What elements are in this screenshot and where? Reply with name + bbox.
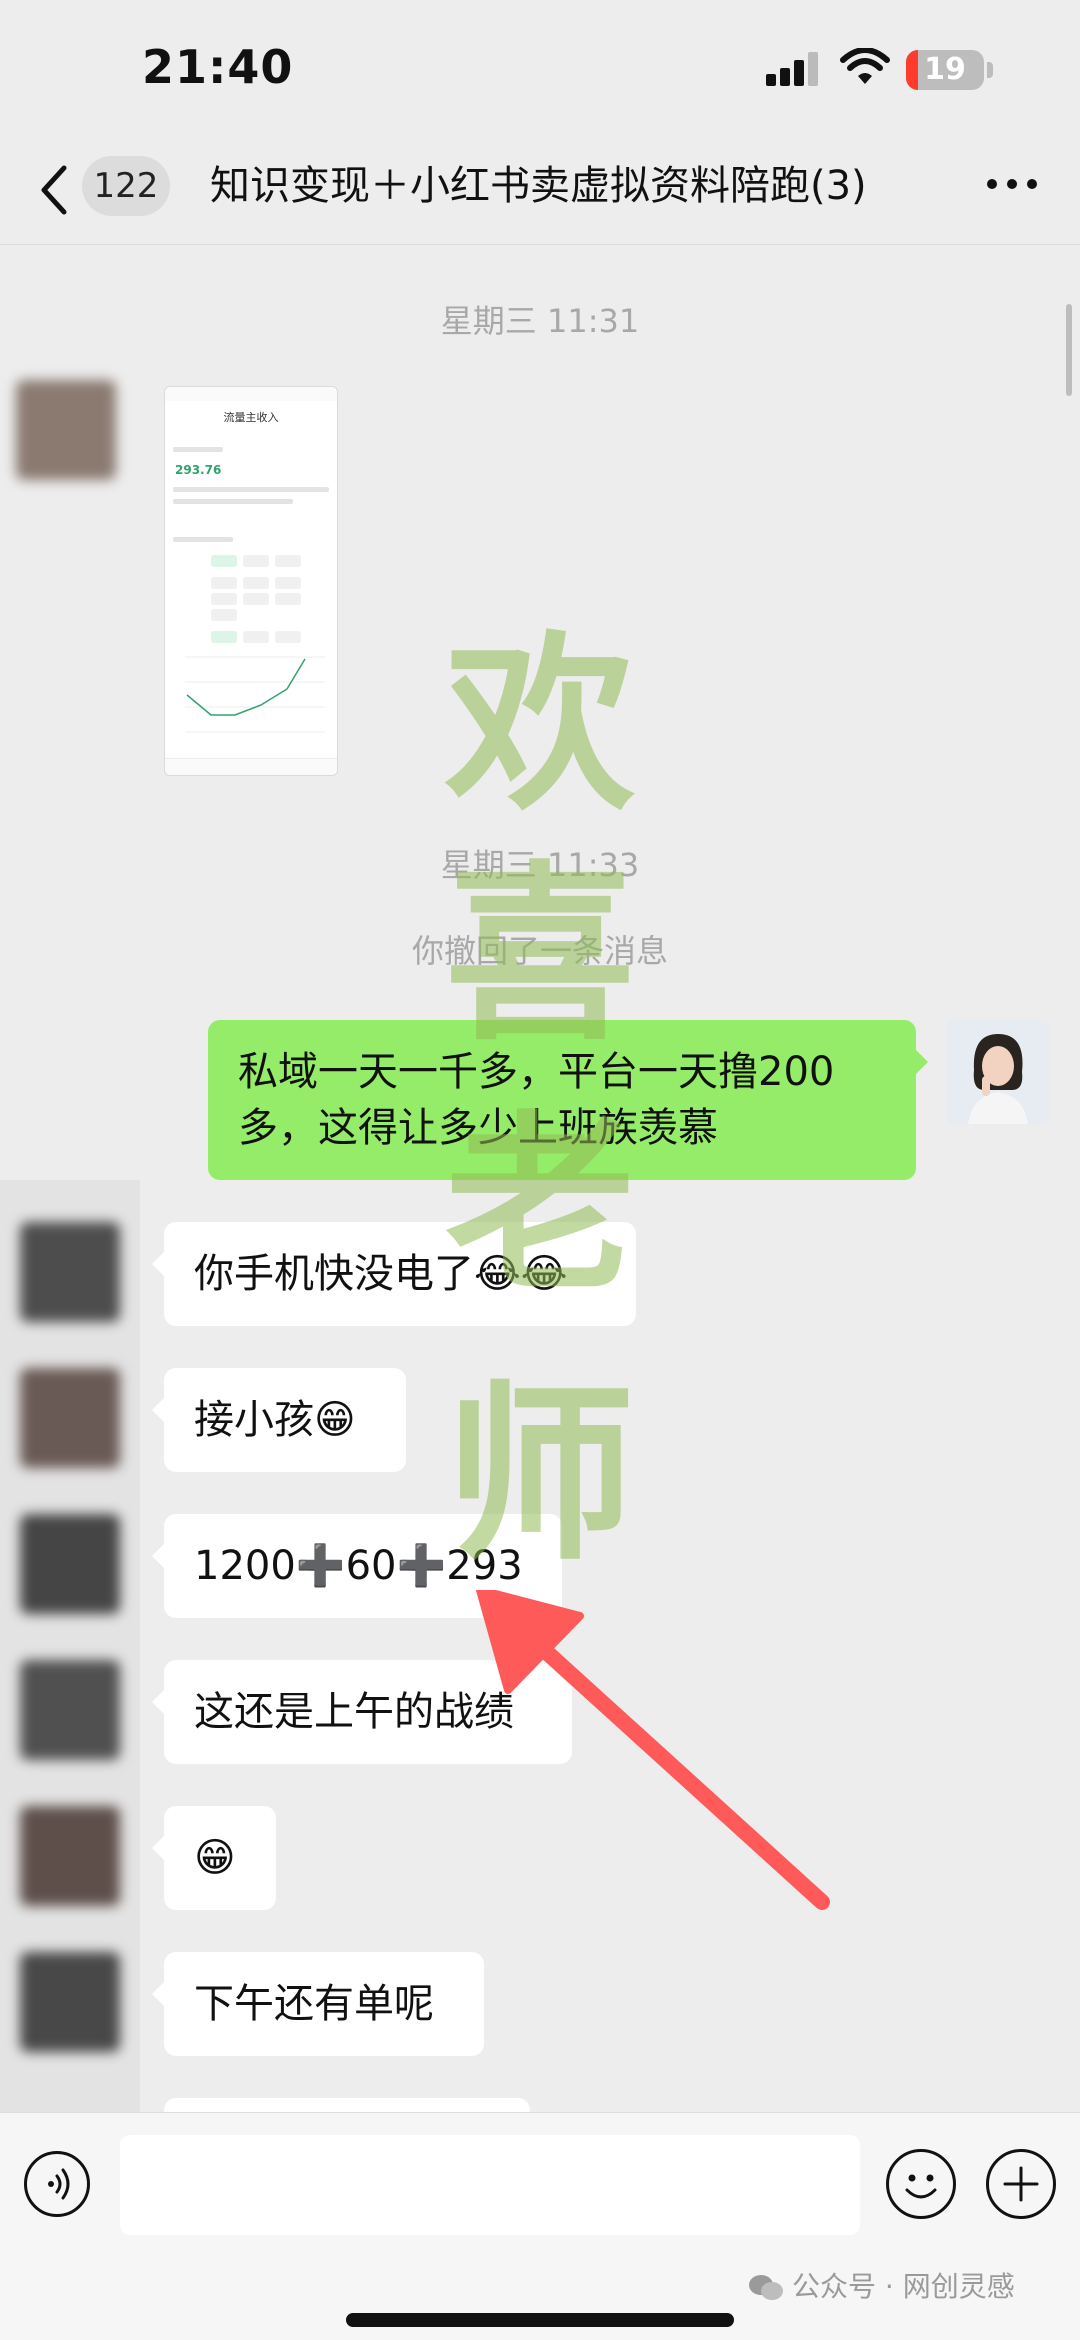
more-options-icon[interactable] [982,164,1042,204]
unread-count-badge[interactable]: 122 [82,156,170,216]
chat-message-bubble[interactable]: 下午还有单呢 [152,1952,484,2056]
shared-image-title: 流量主收入 [223,411,279,424]
wechat-logo-icon [749,2275,783,2300]
chat-message-bubble[interactable]: 接小孩😁 [152,1368,406,1472]
status-time: 21:40 [142,40,294,94]
sender-avatar[interactable] [20,1806,120,1906]
footer-label: 公众号 · 网创灵感 [792,2270,1015,2303]
message-input[interactable] [120,2135,860,2235]
back-arrow-icon[interactable] [34,160,74,220]
message-timestamp: 星期三 11:31 [440,302,640,340]
more-actions-button[interactable] [986,2149,1056,2219]
shared-screenshot-image[interactable]: 流量主收入 293.76 [164,386,338,776]
grin-emoji-icon: 😁 [194,1835,236,1881]
sender-avatar[interactable] [20,1660,120,1760]
plus-icon [1003,2166,1039,2202]
battery-icon: 19 [906,50,984,90]
grin-emoji-icon: 😁 [314,1397,356,1443]
emoji-button[interactable] [886,2149,956,2219]
watermark-character: 师 [444,1363,635,1586]
cellular-signal-icon [766,52,818,86]
shared-image-value: 293.76 [175,463,222,477]
smiley-icon [905,2174,937,2199]
sender-avatar[interactable] [20,1222,120,1322]
source-footer: 公众号 · 网创灵感 [748,2265,1015,2305]
sender-avatar[interactable] [16,380,116,480]
status-bar: 21:40 19 [0,0,1080,140]
shared-image-line-chart [185,656,325,733]
chat-input-bar: 公众号 · 网创灵感 [0,2112,1080,2340]
chat-title: 知识变现＋小红书卖虚拟资料陪跑(3) [210,163,867,209]
message-text: 接小孩 [194,1397,314,1443]
sender-avatar[interactable] [20,1952,120,2052]
watermark-character: 喜 [444,843,635,1066]
my-avatar[interactable] [946,1020,1050,1124]
sender-avatar[interactable] [20,1514,120,1614]
voice-input-button[interactable] [24,2151,90,2217]
message-text: 下午还有单呢 [194,1981,434,2027]
voice-icon [48,2168,70,2200]
battery-tip [987,62,993,78]
red-annotation-arrow [476,1590,830,1910]
wifi-icon [840,48,890,84]
battery-level: 19 [924,52,966,87]
profile-photo [946,1020,1050,1124]
chat-header: 122 知识变现＋小红书卖虚拟资料陪跑(3) [0,140,1080,245]
home-indicator [346,2313,734,2327]
sender-avatar[interactable] [20,1368,120,1468]
watermark-character: 欢 [444,613,635,836]
watermark-character: 老 [444,1093,635,1316]
chat-message-bubble[interactable]: 😁 [152,1806,276,1910]
